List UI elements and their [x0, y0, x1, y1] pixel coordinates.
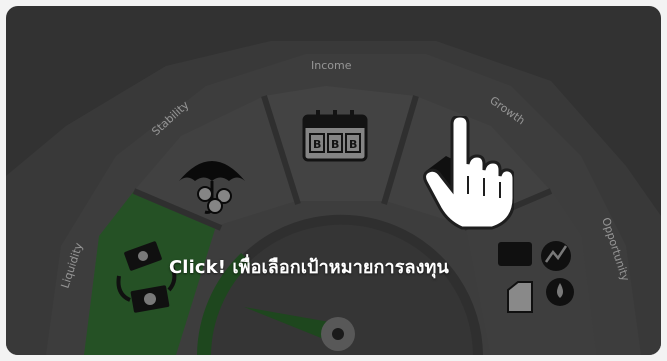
select-goal-instruction: Click! เพื่อเลือกเป้าหมายการลงทุน — [169, 257, 449, 278]
dim-overlay — [6, 6, 661, 355]
investment-goal-card: Liquidity Stability Income Growth Opport… — [6, 6, 661, 355]
hand-pointer-icon — [423, 116, 514, 230]
